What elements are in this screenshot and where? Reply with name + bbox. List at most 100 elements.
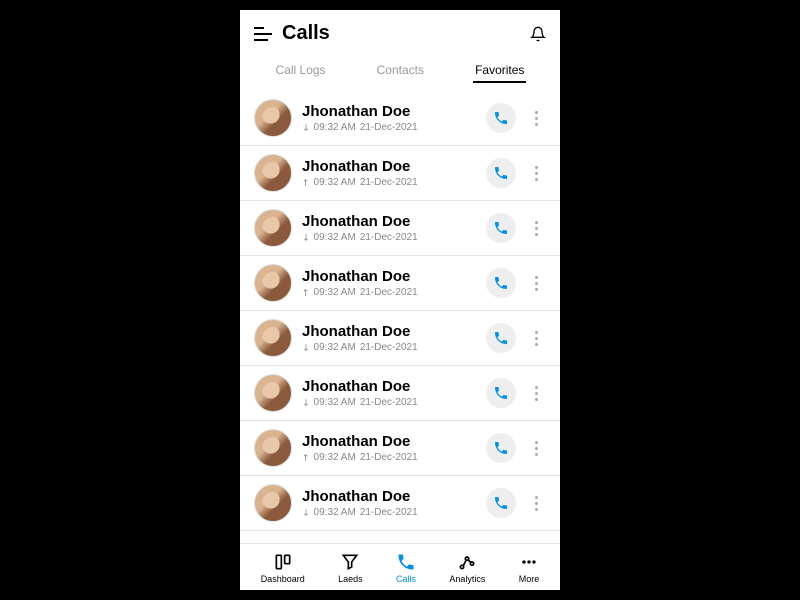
more-options-button[interactable] [526, 276, 546, 291]
call-time: 09:32 AM [314, 287, 356, 298]
more-options-button[interactable] [526, 331, 546, 346]
call-meta: ↘ 09:32 AM 21-Dec-2021 [302, 232, 476, 243]
nav-laeds[interactable]: Laeds [338, 552, 363, 584]
call-meta: ↘ 09:32 AM 21-Dec-2021 [302, 507, 476, 518]
call-meta: ↘ 09:32 AM 21-Dec-2021 [302, 177, 476, 188]
call-button[interactable] [486, 158, 516, 188]
call-row[interactable]: Jhonathan Doe ↘ 09:32 AM 21-Dec-2021 [240, 256, 560, 311]
call-time: 09:32 AM [314, 397, 356, 408]
page-title: Calls [282, 22, 520, 45]
more-options-button[interactable] [526, 441, 546, 456]
call-button[interactable] [486, 433, 516, 463]
more-icon [519, 552, 539, 572]
avatar [254, 374, 292, 412]
avatar [254, 209, 292, 247]
avatar [254, 264, 292, 302]
nav-analytics[interactable]: Analytics [449, 552, 485, 584]
call-info: Jhonathan Doe ↘ 09:32 AM 21-Dec-2021 [302, 268, 476, 298]
call-date: 21-Dec-2021 [360, 122, 418, 133]
call-time: 09:32 AM [314, 177, 356, 188]
bell-icon[interactable] [530, 26, 546, 42]
call-meta: ↘ 09:32 AM 21-Dec-2021 [302, 122, 476, 133]
call-date: 21-Dec-2021 [360, 342, 418, 353]
call-list[interactable]: Jhonathan Doe ↘ 09:32 AM 21-Dec-2021 Jho… [240, 91, 560, 543]
call-info: Jhonathan Doe ↘ 09:32 AM 21-Dec-2021 [302, 103, 476, 133]
call-row[interactable]: Jhonathan Doe ↘ 09:32 AM 21-Dec-2021 [240, 91, 560, 146]
phone-icon [493, 165, 509, 181]
nav-more[interactable]: More [519, 552, 540, 584]
contact-name: Jhonathan Doe [302, 488, 476, 505]
header: Calls [240, 10, 560, 53]
contact-name: Jhonathan Doe [302, 323, 476, 340]
tab-favorites[interactable]: Favorites [473, 59, 526, 83]
incoming-arrow-icon: ↘ [299, 396, 312, 409]
call-row[interactable]: Jhonathan Doe ↘ 09:32 AM 21-Dec-2021 [240, 146, 560, 201]
call-row[interactable]: Jhonathan Doe ↘ 09:32 AM 21-Dec-2021 [240, 476, 560, 531]
call-row[interactable]: Jhonathan Doe ↘ 09:32 AM 21-Dec-2021 [240, 311, 560, 366]
contact-name: Jhonathan Doe [302, 378, 476, 395]
phone-icon [493, 330, 509, 346]
call-info: Jhonathan Doe ↘ 09:32 AM 21-Dec-2021 [302, 158, 476, 188]
contact-name: Jhonathan Doe [302, 158, 476, 175]
nav-calls[interactable]: Calls [396, 552, 416, 584]
call-button[interactable] [486, 323, 516, 353]
call-date: 21-Dec-2021 [360, 177, 418, 188]
contact-name: Jhonathan Doe [302, 433, 476, 450]
call-row[interactable]: Jhonathan Doe ↘ 09:32 AM 21-Dec-2021 [240, 201, 560, 256]
call-info: Jhonathan Doe ↘ 09:32 AM 21-Dec-2021 [302, 323, 476, 353]
incoming-arrow-icon: ↘ [299, 231, 312, 244]
outgoing-arrow-icon: ↘ [299, 176, 312, 189]
phone-frame: Calls Call Logs Contacts Favorites Jhonath… [240, 10, 560, 590]
nav-label: Calls [396, 574, 416, 584]
more-options-button[interactable] [526, 111, 546, 126]
call-date: 21-Dec-2021 [360, 232, 418, 243]
call-time: 09:32 AM [314, 122, 356, 133]
avatar [254, 319, 292, 357]
more-options-button[interactable] [526, 386, 546, 401]
phone-icon [493, 275, 509, 291]
phone-icon [493, 440, 509, 456]
call-meta: ↘ 09:32 AM 21-Dec-2021 [302, 452, 476, 463]
analytics-icon [457, 552, 477, 572]
call-button[interactable] [486, 103, 516, 133]
tab-call-logs[interactable]: Call Logs [274, 59, 328, 83]
nav-label: Analytics [449, 574, 485, 584]
call-date: 21-Dec-2021 [360, 287, 418, 298]
avatar [254, 429, 292, 467]
contact-name: Jhonathan Doe [302, 103, 476, 120]
more-options-button[interactable] [526, 166, 546, 181]
call-meta: ↘ 09:32 AM 21-Dec-2021 [302, 397, 476, 408]
call-meta: ↘ 09:32 AM 21-Dec-2021 [302, 287, 476, 298]
avatar [254, 484, 292, 522]
incoming-arrow-icon: ↘ [299, 121, 312, 134]
call-meta: ↘ 09:32 AM 21-Dec-2021 [302, 342, 476, 353]
calls-icon [396, 552, 416, 572]
call-button[interactable] [486, 213, 516, 243]
nav-dashboard[interactable]: Dashboard [261, 552, 305, 584]
call-date: 21-Dec-2021 [360, 452, 418, 463]
phone-icon [493, 110, 509, 126]
incoming-arrow-icon: ↘ [299, 341, 312, 354]
phone-icon [493, 495, 509, 511]
call-info: Jhonathan Doe ↘ 09:32 AM 21-Dec-2021 [302, 213, 476, 243]
call-time: 09:32 AM [314, 507, 356, 518]
call-info: Jhonathan Doe ↘ 09:32 AM 21-Dec-2021 [302, 378, 476, 408]
call-date: 21-Dec-2021 [360, 397, 418, 408]
outgoing-arrow-icon: ↘ [299, 451, 312, 464]
more-options-button[interactable] [526, 221, 546, 236]
more-options-button[interactable] [526, 496, 546, 511]
avatar [254, 99, 292, 137]
menu-icon[interactable] [254, 27, 272, 41]
nav-label: Laeds [338, 574, 363, 584]
dashboard-icon [273, 552, 293, 572]
nav-label: More [519, 574, 540, 584]
call-button[interactable] [486, 488, 516, 518]
call-button[interactable] [486, 268, 516, 298]
contact-name: Jhonathan Doe [302, 213, 476, 230]
call-row[interactable]: Jhonathan Doe ↘ 09:32 AM 21-Dec-2021 [240, 421, 560, 476]
call-time: 09:32 AM [314, 342, 356, 353]
call-button[interactable] [486, 378, 516, 408]
tab-contacts[interactable]: Contacts [375, 59, 426, 83]
bottom-nav: Dashboard Laeds Calls Analytics More [240, 543, 560, 590]
call-row[interactable]: Jhonathan Doe ↘ 09:32 AM 21-Dec-2021 [240, 366, 560, 421]
